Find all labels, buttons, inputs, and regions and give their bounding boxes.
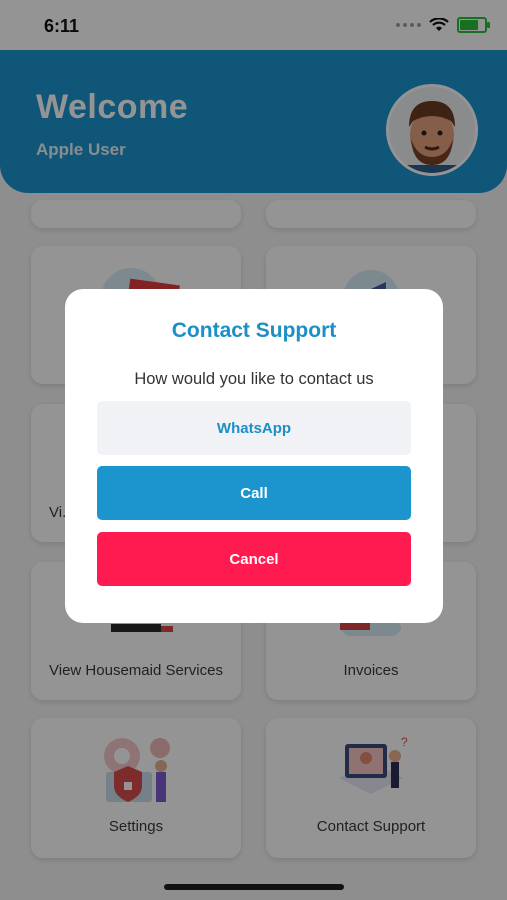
home-indicator[interactable] [164, 884, 344, 890]
call-button[interactable]: Call [97, 466, 411, 520]
cancel-button[interactable]: Cancel [97, 532, 411, 586]
whatsapp-button[interactable]: WhatsApp [97, 401, 411, 455]
app-screen: 6:11 Welcome Apple User Vi... View House… [0, 0, 507, 900]
dialog-title: Contact Support [171, 319, 337, 342]
dialog-message: How would you like to contact us [134, 370, 374, 388]
contact-support-dialog: Contact Support How would you like to co… [65, 289, 443, 623]
